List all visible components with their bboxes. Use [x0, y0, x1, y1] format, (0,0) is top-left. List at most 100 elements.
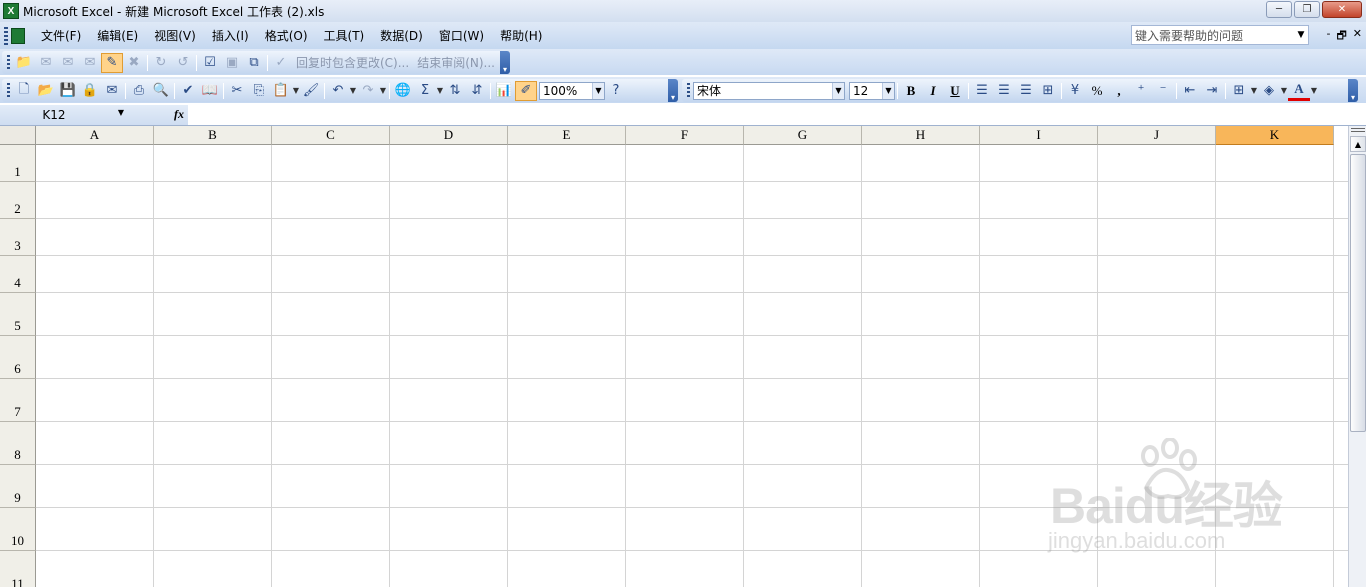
- sort-ascending-icon[interactable]: ⇅: [444, 81, 466, 101]
- formula-input[interactable]: [188, 104, 1366, 125]
- help-icon[interactable]: ?: [605, 81, 627, 101]
- column-header-k[interactable]: K: [1216, 126, 1334, 145]
- bold-button[interactable]: B: [900, 81, 922, 101]
- column-header-b[interactable]: B: [154, 126, 272, 145]
- format-painter-icon[interactable]: 🖌: [300, 81, 322, 101]
- workbook-minimize-button[interactable]: -: [1326, 27, 1330, 46]
- font-color-icon[interactable]: A: [1288, 81, 1310, 101]
- font-color-dropdown-icon[interactable]: ▼: [1310, 86, 1318, 95]
- scroll-up-icon[interactable]: ▲: [1350, 136, 1366, 152]
- hide-comments-icon[interactable]: ▣: [221, 53, 243, 73]
- checklist-icon[interactable]: ☑: [199, 53, 221, 73]
- sort-descending-icon[interactable]: ⇵: [466, 81, 488, 101]
- select-all-corner[interactable]: [0, 126, 36, 145]
- toolbar-options-button[interactable]: ▾: [500, 51, 510, 74]
- borders-icon[interactable]: ⊞: [1228, 81, 1250, 101]
- column-header-c[interactable]: C: [272, 126, 390, 145]
- track-changes-icon[interactable]: ✎: [101, 52, 123, 73]
- open-folder-icon[interactable]: 📂: [35, 81, 57, 101]
- toolbar-options-button[interactable]: ▾: [668, 79, 678, 102]
- email-icon[interactable]: ✉: [101, 81, 123, 101]
- scroll-thumb[interactable]: [1350, 154, 1366, 432]
- insert-function-button[interactable]: fx: [128, 104, 188, 125]
- undo-review-icon[interactable]: ↺: [172, 53, 194, 73]
- italic-button[interactable]: I: [922, 81, 944, 101]
- copy-icon[interactable]: ⎘: [248, 81, 270, 101]
- minimize-button[interactable]: ─: [1266, 1, 1292, 18]
- chart-wizard-icon[interactable]: 📊: [493, 81, 515, 101]
- increase-indent-icon[interactable]: ⇥: [1201, 81, 1223, 101]
- folder-icon[interactable]: 📁: [13, 53, 35, 73]
- redo-icon[interactable]: ↷: [357, 81, 379, 101]
- merge-center-icon[interactable]: ⊞: [1037, 81, 1059, 101]
- currency-icon[interactable]: ¥: [1064, 81, 1086, 101]
- permission-icon[interactable]: 🔒: [79, 81, 101, 101]
- column-header-g[interactable]: G: [744, 126, 862, 145]
- row-header-9[interactable]: 9: [0, 465, 36, 508]
- autosum-icon[interactable]: Σ: [414, 81, 436, 101]
- row-header-4[interactable]: 4: [0, 256, 36, 293]
- redo-dropdown-icon[interactable]: ▼: [379, 86, 387, 95]
- worksheet-grid[interactable]: A B C D E F G H I J K 1 2 3 4 5 6 7 8 9 10 11: [0, 126, 1348, 587]
- reply-with-changes-button[interactable]: 回复时包含更改(C)...: [296, 54, 409, 71]
- column-header-e[interactable]: E: [508, 126, 626, 145]
- compare-icon[interactable]: ⧉: [243, 53, 265, 73]
- send-mail-icon[interactable]: ✉: [35, 53, 57, 73]
- borders-dropdown-icon[interactable]: ▼: [1250, 86, 1258, 95]
- menu-view[interactable]: 视图(V): [146, 26, 204, 46]
- row-header-6[interactable]: 6: [0, 336, 36, 379]
- row-header-11[interactable]: 11: [0, 551, 36, 587]
- chevron-down-icon[interactable]: ▼: [1294, 26, 1308, 44]
- comma-style-button[interactable]: ,: [1108, 81, 1130, 101]
- column-header-j[interactable]: J: [1098, 126, 1216, 145]
- split-box-handle[interactable]: [1351, 128, 1365, 132]
- close-button[interactable]: ✕: [1322, 1, 1362, 18]
- row-header-5[interactable]: 5: [0, 293, 36, 336]
- fill-color-dropdown-icon[interactable]: ▼: [1280, 86, 1288, 95]
- paste-icon[interactable]: 📋: [270, 81, 292, 101]
- redo-review-icon[interactable]: ↻: [150, 53, 172, 73]
- restore-button[interactable]: ❐: [1294, 1, 1320, 18]
- align-center-icon[interactable]: ☰: [993, 81, 1015, 101]
- research-icon[interactable]: 📖: [199, 81, 221, 101]
- underline-button[interactable]: U: [944, 81, 966, 101]
- toolbar-grip[interactable]: [687, 82, 690, 99]
- menu-tools[interactable]: 工具(T): [316, 26, 373, 46]
- undo-dropdown-icon[interactable]: ▼: [349, 86, 357, 95]
- increase-decimal-icon[interactable]: ⁺: [1130, 81, 1152, 101]
- menu-format[interactable]: 格式(O): [257, 26, 316, 46]
- percent-button[interactable]: %: [1086, 81, 1108, 101]
- toolbar-grip[interactable]: [7, 82, 10, 99]
- column-header-a[interactable]: A: [36, 126, 154, 145]
- end-review-button[interactable]: 结束审阅(N)...: [417, 54, 495, 71]
- save-icon[interactable]: 💾: [57, 81, 79, 101]
- chevron-down-icon[interactable]: ▼: [832, 82, 844, 99]
- menu-file[interactable]: 文件(F): [33, 26, 89, 46]
- decrease-indent-icon[interactable]: ⇤: [1179, 81, 1201, 101]
- toolbar-options-button[interactable]: ▾: [1348, 79, 1358, 102]
- chevron-down-icon[interactable]: ▼: [882, 82, 894, 99]
- row-header-10[interactable]: 10: [0, 508, 36, 551]
- toolbar-grip[interactable]: [7, 54, 10, 71]
- chevron-down-icon[interactable]: ▼: [118, 108, 124, 117]
- row-header-2[interactable]: 2: [0, 182, 36, 219]
- vertical-scrollbar[interactable]: ▲: [1348, 126, 1366, 587]
- mail-recipient-icon[interactable]: ✉: [79, 53, 101, 73]
- row-header-7[interactable]: 7: [0, 379, 36, 422]
- workbook-icon[interactable]: [11, 27, 25, 44]
- menu-grip-handle[interactable]: [4, 26, 8, 45]
- chevron-down-icon[interactable]: ▼: [592, 82, 604, 99]
- cut-icon[interactable]: ✂: [226, 81, 248, 101]
- print-preview-icon[interactable]: 🔍: [150, 81, 172, 101]
- row-header-8[interactable]: 8: [0, 422, 36, 465]
- zoom-select[interactable]: 100% ▼: [539, 81, 605, 100]
- paste-dropdown-icon[interactable]: ▼: [292, 86, 300, 95]
- align-right-icon[interactable]: ☰: [1015, 81, 1037, 101]
- excel-app-icon[interactable]: X: [3, 3, 19, 19]
- column-header-i[interactable]: I: [980, 126, 1098, 145]
- menu-edit[interactable]: 编辑(E): [89, 26, 146, 46]
- menu-data[interactable]: 数据(D): [372, 26, 431, 46]
- font-size-select[interactable]: 12 ▼: [849, 81, 895, 100]
- workbook-restore-button[interactable]: 🗗: [1336, 27, 1346, 46]
- fill-color-icon[interactable]: ◈: [1258, 81, 1280, 101]
